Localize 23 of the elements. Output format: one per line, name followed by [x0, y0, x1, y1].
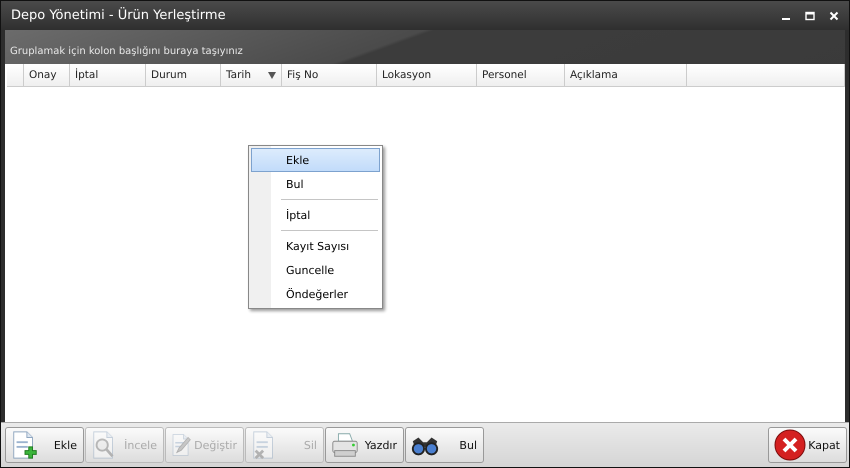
column-header[interactable]: Durum	[146, 64, 221, 86]
toolbar-button[interactable]: Ekle	[5, 427, 84, 463]
column-header[interactable]: Personel	[477, 64, 565, 86]
close-button[interactable]: Kapat	[768, 427, 847, 463]
column-header[interactable]: İptal	[70, 64, 146, 86]
close-icon[interactable]	[829, 10, 839, 20]
close-icon	[773, 428, 807, 462]
menu-item[interactable]: Kayıt Sayısı	[251, 234, 380, 258]
toolbar-button[interactable]: Bul	[405, 427, 484, 463]
maximize-icon[interactable]	[805, 10, 815, 20]
column-header[interactable]: Fiş No	[282, 64, 377, 86]
column-header[interactable]: Onay	[24, 64, 70, 86]
menu-item[interactable]: Öndeğerler	[251, 282, 380, 306]
column-header[interactable]: Lokasyon	[377, 64, 477, 86]
toolbar-button[interactable]: Yazdır	[325, 427, 404, 463]
group-hint: Gruplamak için kolon başlığını buraya taşıyınız	[10, 46, 243, 57]
column-header[interactable]: Tarih	[221, 64, 282, 86]
menu-item[interactable]: İptal	[251, 203, 380, 227]
menu-item[interactable]: Ekle	[251, 148, 380, 172]
menu-item[interactable]: Bul	[251, 172, 380, 196]
window-title: Depo Yönetimi - Ürün Yerleştirme	[11, 8, 227, 23]
column-header[interactable]: Açıklama	[565, 64, 687, 86]
menu-item[interactable]: Guncelle	[251, 258, 380, 282]
